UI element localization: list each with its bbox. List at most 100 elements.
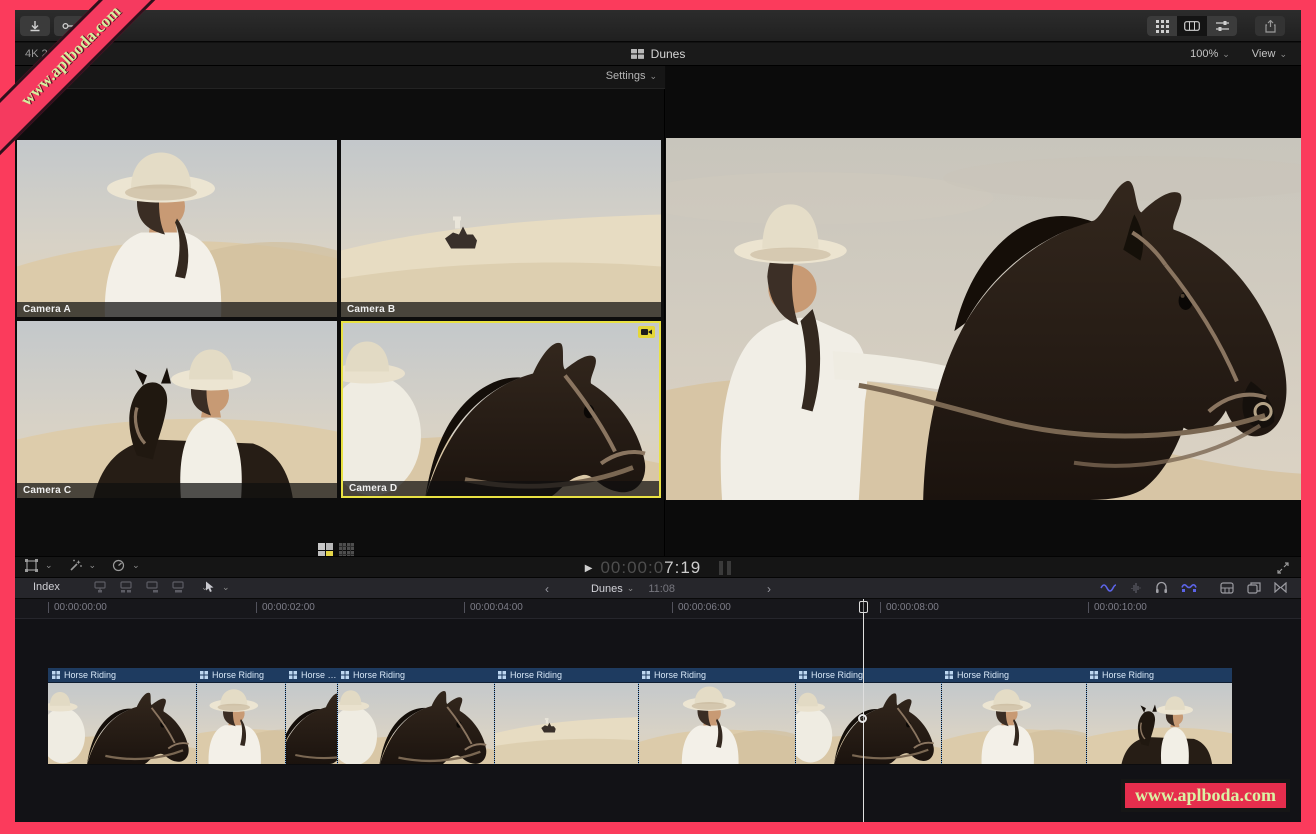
active-video-angle-icon: [638, 326, 655, 338]
camera-angle-tile[interactable]: Camera A: [17, 140, 337, 317]
timeline-duration: 11:08: [648, 582, 676, 595]
timecode-display: 00:00:07:19: [600, 558, 702, 577]
clip-filmstrip: [795, 683, 941, 764]
chevron-down-icon: ⌄: [1222, 49, 1230, 59]
timeline-forward-button[interactable]: ›: [739, 582, 799, 596]
filmstrip-view-button[interactable]: [1177, 16, 1207, 36]
multicam-clip-icon: [200, 671, 208, 679]
camera-angle-tile[interactable]: Camera D: [341, 321, 661, 498]
camera-video-frame: [341, 321, 661, 498]
main-toolbar: [15, 10, 1301, 42]
skimming-toggle[interactable]: [1100, 582, 1117, 594]
camera-label: Camera A: [17, 302, 337, 317]
clip-appearance-button[interactable]: [1220, 581, 1234, 594]
camera-video-frame: [341, 140, 661, 317]
window-frame: 4K 23.98 Dunes 100%⌄ View⌄ Settings⌄ Cam…: [0, 0, 1316, 834]
angle-grid: Camera A Camera B Camera C Camera D: [17, 140, 663, 498]
snapping-toggle[interactable]: [1181, 582, 1197, 593]
timeline-back-button[interactable]: ‹: [517, 582, 577, 596]
clip-label: Horse Riding: [811, 669, 864, 680]
ruler-tick: 00:00:06:00: [672, 602, 731, 613]
trim-button[interactable]: [1274, 582, 1287, 593]
timeline-ruler[interactable]: 00:00:00:00 00:00:02:00 00:00:04:00 00:0…: [15, 599, 1301, 619]
camera-label: Camera B: [341, 302, 661, 317]
clip-label: Horse Riding: [1102, 669, 1155, 680]
timeline-clip[interactable]: Horse Riding: [638, 668, 795, 765]
ruler-tick: 00:00:02:00: [256, 602, 315, 613]
expand-icon: [1277, 562, 1289, 574]
multicam-clip-icon: [498, 671, 506, 679]
timeline-clip[interactable]: Horse Riding: [337, 668, 494, 765]
angle-viewer-header: Settings ⌄: [15, 66, 665, 89]
playhead-marker[interactable]: [859, 601, 868, 613]
transport-bar: ⌄ ⌄ ⌄ ▶ 00:00:07:19: [15, 556, 1301, 578]
clip-label: Horse Riding: [353, 669, 406, 680]
clip-label: Horse Riding: [654, 669, 707, 680]
camera-angle-tile[interactable]: Camera C: [17, 321, 337, 498]
share-icon: [1264, 19, 1276, 33]
clip-label: Horse Riding: [510, 669, 563, 680]
import-button[interactable]: [20, 16, 50, 36]
timeline-toolbar: Index ⌄ ⌄ ‹ Dunes ⌄ 11:08 ›: [15, 578, 1301, 599]
angle-settings-menu[interactable]: Settings ⌄: [606, 70, 657, 82]
clip-filmstrip: [337, 683, 494, 764]
multicam-clip-icon: [341, 671, 349, 679]
play-button[interactable]: ▶: [585, 563, 593, 574]
clip-filmstrip: [48, 683, 196, 764]
multicam-clip-icon: [945, 671, 953, 679]
timeline-clip[interactable]: Horse Riding: [941, 668, 1086, 765]
ruler-tick: 00:00:08:00: [880, 602, 939, 613]
filmstrip-view-icon: [1184, 21, 1200, 31]
timeline-title-menu[interactable]: Dunes ⌄: [591, 583, 634, 595]
zoom-level-select[interactable]: 100% ⌄: [1190, 48, 1230, 60]
timeline-clip[interactable]: Horse Riding: [1086, 668, 1232, 765]
workspace: Settings ⌄ Camera A Camera B Camera C Cam…: [15, 66, 1301, 558]
chevron-down-icon: ⌄: [1279, 49, 1287, 59]
clip-label: Horse Riding: [212, 669, 265, 680]
clip-filmstrip: [196, 683, 285, 764]
clip-label: Horse Riding: [64, 669, 117, 680]
timeline-body: Horse Riding Horse Riding Horse Riding H…: [15, 619, 1301, 822]
adjust-view-icon: [1215, 21, 1229, 31]
camera-label: Camera D: [343, 481, 659, 496]
main-viewer-panel: [666, 66, 1301, 556]
multicam-clip-icon: [1090, 671, 1098, 679]
fullscreen-button[interactable]: [1277, 561, 1289, 579]
view-menu[interactable]: View ⌄: [1252, 48, 1287, 60]
share-button[interactable]: [1255, 16, 1285, 36]
timeline-clip[interactable]: Horse Riding: [795, 668, 941, 765]
duplicate-button[interactable]: [1247, 581, 1261, 594]
audio-skimming-toggle[interactable]: [1130, 582, 1142, 594]
camera-video-frame: [17, 140, 337, 317]
angle-viewer-panel: Settings ⌄ Camera A Camera B Camera C Cam…: [15, 66, 665, 558]
viewer-title: Dunes: [650, 47, 686, 61]
solo-toggle[interactable]: [1155, 581, 1168, 594]
timeline-clip[interactable]: Horse Riding: [196, 668, 285, 765]
fcp-app-window: 4K 23.98 Dunes 100%⌄ View⌄ Settings⌄ Cam…: [15, 10, 1301, 822]
ruler-tick: 00:00:04:00: [464, 602, 523, 613]
clip-filmstrip: [638, 683, 795, 764]
ruler-tick: 00:00:10:00: [1088, 602, 1147, 613]
multicam-clip-icon: [52, 671, 60, 679]
camera-angle-tile[interactable]: Camera B: [341, 140, 661, 317]
viewer-video-canvas[interactable]: [666, 138, 1301, 500]
clip-label: Horse Riding: [957, 669, 1010, 680]
clip-filmstrip: [285, 683, 337, 764]
adjust-view-button[interactable]: [1207, 16, 1237, 36]
chevron-down-icon: ⌄: [649, 71, 657, 81]
audio-meters-button[interactable]: [719, 561, 732, 575]
timeline-clip[interactable]: Horse Riding: [494, 668, 638, 765]
clip-filmstrip: [1086, 683, 1232, 764]
timeline-clip[interactable]: Horse Riding: [48, 668, 196, 765]
multicam-clip-icon: [289, 671, 297, 679]
import-icon: [30, 21, 40, 32]
camera-label: Camera C: [17, 483, 337, 498]
watermark-badge: www.aplboda.com: [1120, 779, 1290, 812]
timeline-clip[interactable]: Horse Riding: [285, 668, 337, 765]
ruler-tick: 00:00:00:00: [48, 602, 107, 613]
clip-label: Horse Riding: [301, 669, 337, 680]
grid-view-button[interactable]: [1147, 16, 1177, 36]
viewer-video-frame: [666, 138, 1301, 500]
clip-filmstrip: [941, 683, 1086, 764]
playhead-handle[interactable]: [858, 714, 867, 723]
